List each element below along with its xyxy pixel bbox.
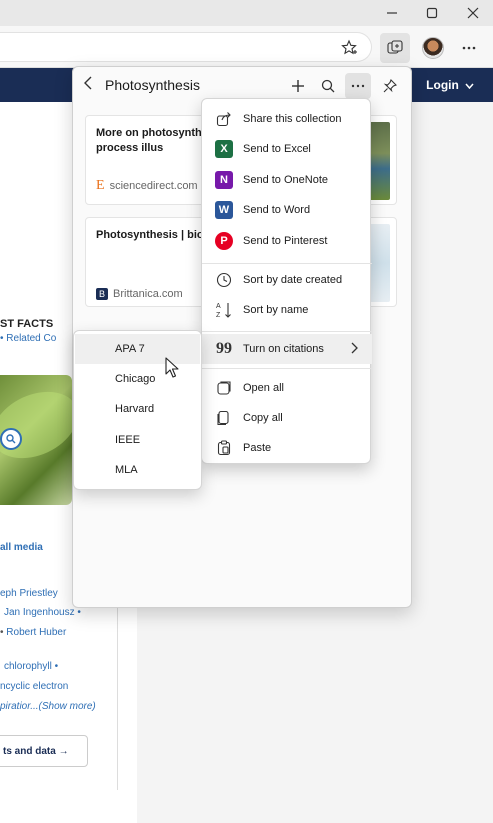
menu-item-label: Turn on citations xyxy=(243,343,324,355)
menu-item-send-to-word[interactable]: W Send to Word xyxy=(202,195,372,225)
clock-icon xyxy=(214,270,234,290)
add-icon[interactable] xyxy=(285,73,311,99)
quote-icon: 99 xyxy=(216,340,232,357)
related-link[interactable]: • Related Co xyxy=(0,333,56,344)
paste-icon xyxy=(214,438,234,458)
citation-option-apa[interactable]: APA 7 xyxy=(75,334,200,364)
chevron-right-icon xyxy=(350,342,358,357)
citation-option-ieee[interactable]: IEEE xyxy=(75,425,200,455)
more-options-icon[interactable] xyxy=(345,73,371,99)
share-icon xyxy=(214,109,234,129)
word-icon: W xyxy=(214,200,234,220)
menu-item-send-to-onenote[interactable]: N Send to OneNote xyxy=(202,165,372,195)
menu-item-sort-by-name[interactable]: AZ Sort by name xyxy=(202,295,372,325)
menu-divider xyxy=(202,263,372,264)
menu-item-label: Send to Word xyxy=(243,204,311,216)
svg-text:Z: Z xyxy=(216,312,221,319)
menu-item-label: Copy all xyxy=(243,412,283,424)
minimize-icon[interactable] xyxy=(372,0,412,26)
open-all-icon xyxy=(214,378,234,398)
menu-item-label: Send to OneNote xyxy=(243,174,329,186)
pinterest-icon: P xyxy=(214,231,234,251)
card-source: B Brittanica.com xyxy=(96,288,183,300)
all-media-link[interactable]: all media xyxy=(0,542,43,553)
fact-link[interactable]: eph Priestley xyxy=(0,588,58,599)
login-button[interactable]: Login xyxy=(420,68,480,102)
excel-icon: X xyxy=(214,139,234,159)
menu-item-label: Open all xyxy=(243,382,284,394)
menu-item-share[interactable]: Share this collection xyxy=(202,104,372,134)
menu-item-turn-on-citations[interactable]: 99 Turn on citations xyxy=(202,334,372,364)
fact-link[interactable]: piratior...(Show more) xyxy=(0,701,96,712)
menu-item-send-to-excel[interactable]: X Send to Excel xyxy=(202,134,372,164)
back-icon[interactable] xyxy=(83,76,93,95)
pin-icon[interactable] xyxy=(377,73,403,99)
citation-option-mla[interactable]: MLA xyxy=(75,455,200,485)
menu-item-label: Send to Excel xyxy=(243,143,311,155)
more-dots-icon[interactable] xyxy=(456,35,482,61)
fact-link-label[interactable]: Robert Huber xyxy=(6,627,66,638)
profile-avatar[interactable] xyxy=(420,35,446,61)
chevron-down-icon xyxy=(465,78,474,92)
menu-item-open-all[interactable]: Open all xyxy=(202,373,372,403)
menu-item-send-to-pinterest[interactable]: P Send to Pinterest xyxy=(202,226,372,256)
menu-divider xyxy=(202,331,372,332)
sort-az-icon: AZ xyxy=(214,300,234,320)
mouse-cursor-icon xyxy=(165,357,181,384)
menu-item-sort-by-date[interactable]: Sort by date created xyxy=(202,265,372,295)
window-titlebar xyxy=(0,0,493,26)
svg-text:A: A xyxy=(216,303,221,310)
facts-heading: ST FACTS xyxy=(0,318,54,330)
card-source: E sciencedirect.com xyxy=(96,178,198,194)
favorite-star-icon[interactable] xyxy=(336,35,362,61)
menu-divider xyxy=(202,368,372,369)
menu-item-copy-all[interactable]: Copy all xyxy=(202,403,372,433)
search-icon[interactable] xyxy=(315,73,341,99)
menu-item-label: Sort by name xyxy=(243,304,309,316)
facts-and-data-button[interactable]: ts and data → xyxy=(0,735,88,767)
fact-link[interactable]: Jan Ingenhousz • xyxy=(4,607,81,618)
close-icon[interactable] xyxy=(453,0,493,26)
maximize-icon[interactable] xyxy=(412,0,452,26)
collection-title: Photosynthesis xyxy=(105,77,200,93)
fact-link[interactable]: • Robert Huber xyxy=(0,627,66,638)
collections-icon[interactable] xyxy=(380,33,410,63)
address-bar[interactable] xyxy=(0,32,372,62)
more-options-menu: Share this collection X Send to Excel N … xyxy=(201,98,372,464)
copy-icon xyxy=(214,408,234,428)
card-source-label: sciencedirect.com xyxy=(109,180,198,192)
citation-option-chicago[interactable]: Chicago xyxy=(75,364,200,394)
onenote-icon: N xyxy=(214,170,234,190)
menu-item-label: Sort by date created xyxy=(243,274,343,286)
menu-item-label: Send to Pinterest xyxy=(243,235,328,247)
menu-item-paste[interactable]: Paste xyxy=(202,433,372,463)
citation-style-submenu: APA 7 Chicago Harvard IEEE MLA xyxy=(73,330,202,490)
sciencedirect-logo: E xyxy=(96,178,105,193)
browser-toolbar xyxy=(0,26,493,68)
fact-link[interactable]: ncyclic electron xyxy=(0,681,68,692)
card-source-label: Brittanica.com xyxy=(113,288,183,300)
login-label: Login xyxy=(426,78,459,92)
britannica-logo: B xyxy=(96,288,108,300)
citation-option-harvard[interactable]: Harvard xyxy=(75,394,200,424)
menu-item-label: Share this collection xyxy=(243,113,342,125)
zoom-icon[interactable] xyxy=(0,428,22,450)
menu-item-label: Paste xyxy=(243,442,272,454)
fact-link[interactable]: chlorophyll • xyxy=(4,661,58,672)
